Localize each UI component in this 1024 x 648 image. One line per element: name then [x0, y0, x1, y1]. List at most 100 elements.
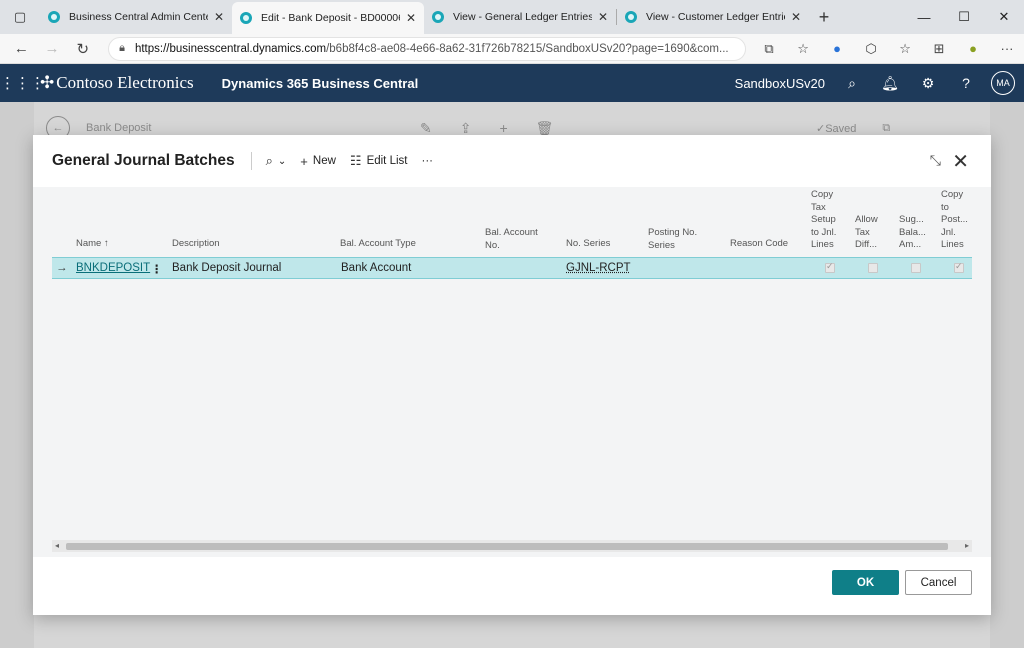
- row-name-link[interactable]: BNKDEPOSIT: [76, 262, 150, 274]
- browser-tab-admin-center[interactable]: Business Central Admin Center ✕: [40, 2, 232, 32]
- row-selected-arrow-icon: →: [56, 262, 68, 274]
- column-header-name[interactable]: Name ↑: [76, 238, 109, 251]
- minimize-icon[interactable]: —: [904, 10, 944, 25]
- column-header-line: No.: [485, 239, 500, 251]
- column-header-label: Name ↑: [76, 238, 109, 249]
- close-tab-icon[interactable]: ✕: [598, 10, 608, 24]
- column-header-label: No. Series: [566, 238, 611, 249]
- edge-extension-icon[interactable]: ●: [820, 41, 854, 56]
- more-actions-button[interactable]: ···: [421, 155, 433, 167]
- column-header-line: Series: [648, 239, 675, 251]
- table-row[interactable]: → BNKDEPOSIT ⋮ Bank Deposit Journal Bank…: [52, 257, 972, 279]
- batches-grid: Name ↑ Description Bal. Account Type Bal…: [33, 187, 991, 557]
- new-tab-icon[interactable]: +: [809, 2, 839, 32]
- search-button[interactable]: ⌕ ⌄: [266, 153, 287, 169]
- column-header-line: Jnl.: [941, 226, 956, 238]
- forward-icon[interactable]: →: [37, 40, 68, 57]
- favorite-star-icon[interactable]: ☆: [786, 41, 820, 57]
- column-header-copy-to-posted[interactable]: Copy to Post... Jnl. Lines: [941, 189, 968, 252]
- column-header-reason-code[interactable]: Reason Code: [730, 238, 788, 251]
- read-aloud-icon[interactable]: ⧉: [752, 41, 786, 57]
- row-no-series[interactable]: GJNL-RCPT: [566, 262, 631, 274]
- dialog-footer: OK Cancel: [33, 557, 991, 615]
- maximize-icon[interactable]: ☐: [944, 9, 984, 25]
- company-logo[interactable]: ✣ Contoso Electronics: [40, 73, 194, 93]
- refresh-icon[interactable]: ↻: [67, 40, 98, 58]
- row-description: Bank Deposit Journal: [172, 262, 282, 274]
- copy-to-posted-checkbox[interactable]: [954, 261, 964, 273]
- column-header-line: Allow: [855, 214, 878, 225]
- lock-icon[interactable]: 🔒︎: [119, 42, 125, 55]
- browser-tab-general-ledger[interactable]: View - General Ledger Entries - 1 ✕: [424, 2, 616, 32]
- app-navbar: ⋮⋮⋮ ✣ Contoso Electronics Dynamics 365 B…: [0, 64, 1024, 102]
- business-central-icon: [48, 11, 60, 23]
- back-icon[interactable]: ←: [6, 40, 37, 57]
- suggest-balancing-checkbox[interactable]: [911, 263, 921, 273]
- address-bar: ← → ↻ 🔒︎ https://businesscentral.dynamic…: [0, 34, 1024, 64]
- collapse-icon[interactable]: ⤡: [930, 152, 941, 169]
- browser-toolbar-icons: ⧉ ☆ ● ⬡ ☆ ⊞ ● ···: [752, 41, 1024, 57]
- close-tab-icon[interactable]: ✕: [791, 10, 801, 24]
- column-header-label: Bal. Account Type: [340, 238, 416, 249]
- avatar[interactable]: MA: [991, 71, 1015, 95]
- row-actions-icon[interactable]: ⋮: [151, 262, 163, 276]
- dialog-title: General Journal Batches: [52, 152, 235, 169]
- browser-tab-customer-ledger[interactable]: View - Customer Ledger Entries ✕: [617, 2, 809, 32]
- column-header-posting-no-series[interactable]: Posting No. Series: [648, 227, 697, 252]
- cancel-button[interactable]: Cancel: [905, 570, 972, 595]
- column-header-allow-tax-diff[interactable]: Allow Tax Diff...: [855, 214, 878, 252]
- column-header-line: Lines: [811, 239, 834, 250]
- profile-icon[interactable]: ●: [956, 41, 990, 56]
- more-options-icon[interactable]: ···: [990, 41, 1024, 56]
- column-header-line: to Jnl.: [811, 226, 837, 238]
- extensions-icon[interactable]: ⬡: [854, 41, 888, 57]
- column-header-line: Copy: [941, 189, 964, 200]
- close-window-icon[interactable]: ✕: [984, 9, 1024, 25]
- business-central-icon: [240, 12, 252, 24]
- tab-actions-icon[interactable]: ▢: [0, 0, 40, 34]
- tab-label: View - General Ledger Entries - 1: [453, 11, 592, 23]
- ok-button[interactable]: OK: [832, 570, 899, 595]
- edit-list-label: Edit List: [366, 155, 408, 167]
- bell-icon[interactable]: 🔔︎: [871, 75, 909, 92]
- column-header-label: Reason Code: [730, 238, 789, 249]
- share-icon: ⇪: [459, 119, 472, 136]
- column-header-bal-account-type[interactable]: Bal. Account Type: [340, 238, 416, 251]
- close-tab-icon[interactable]: ✕: [214, 10, 224, 24]
- column-header-bal-account-no[interactable]: Bal. Account No.: [485, 227, 538, 252]
- window-controls: — ☐ ✕: [904, 0, 1024, 34]
- scroll-left-icon[interactable]: ◂: [55, 541, 59, 550]
- help-icon[interactable]: ?: [947, 75, 985, 91]
- scrollbar-thumb[interactable]: [66, 543, 948, 550]
- column-header-no-series[interactable]: No. Series: [566, 238, 610, 251]
- column-header-line: Setup: [811, 214, 836, 225]
- search-icon[interactable]: ⌕: [833, 75, 871, 92]
- chevron-down-icon: ⌄: [277, 155, 287, 167]
- column-header-description[interactable]: Description: [172, 238, 220, 251]
- copy-tax-setup-checkbox[interactable]: [825, 261, 835, 273]
- browser-tab-bank-deposit[interactable]: Edit - Bank Deposit - BD00006 (B ✕: [232, 2, 424, 34]
- column-header-label: Description: [172, 238, 220, 249]
- saved-label: Saved: [825, 122, 857, 135]
- allow-tax-diff-checkbox[interactable]: [868, 263, 878, 273]
- collections-icon[interactable]: ⊞: [922, 41, 956, 57]
- edit-list-icon: ☷: [349, 153, 362, 168]
- new-button[interactable]: + New: [300, 154, 336, 169]
- close-tab-icon[interactable]: ✕: [406, 11, 416, 25]
- horizontal-scrollbar[interactable]: ◂ ▸: [52, 540, 972, 552]
- url-host: https://businesscentral.dynamics.com: [134, 42, 327, 55]
- background-actions: ✎ ⇪ + 🗑︎: [420, 120, 553, 137]
- dialog-header: General Journal Batches ⌕ ⌄ + New ☷ Edit Li…: [33, 135, 991, 187]
- url-field[interactable]: 🔒︎ https://businesscentral.dynamics.com /…: [108, 36, 747, 61]
- edit-list-button[interactable]: ☷ Edit List: [350, 153, 408, 169]
- column-header-suggest-balancing[interactable]: Sug... Bala... Am...: [899, 214, 926, 252]
- close-icon[interactable]: ✕: [952, 149, 969, 174]
- favorites-icon[interactable]: ☆: [888, 41, 922, 57]
- scroll-right-icon[interactable]: ▸: [965, 541, 969, 550]
- gear-icon[interactable]: ⚙: [909, 75, 947, 92]
- contoso-logo-icon: ✣: [40, 73, 55, 92]
- column-header-copy-tax-setup[interactable]: Copy Tax Setup to Jnl. Lines: [811, 189, 836, 252]
- app-launcher-icon[interactable]: ⋮⋮⋮: [0, 74, 45, 92]
- company-name: Contoso Electronics: [56, 73, 194, 92]
- tab-label: Edit - Bank Deposit - BD00006 (B: [261, 12, 400, 24]
